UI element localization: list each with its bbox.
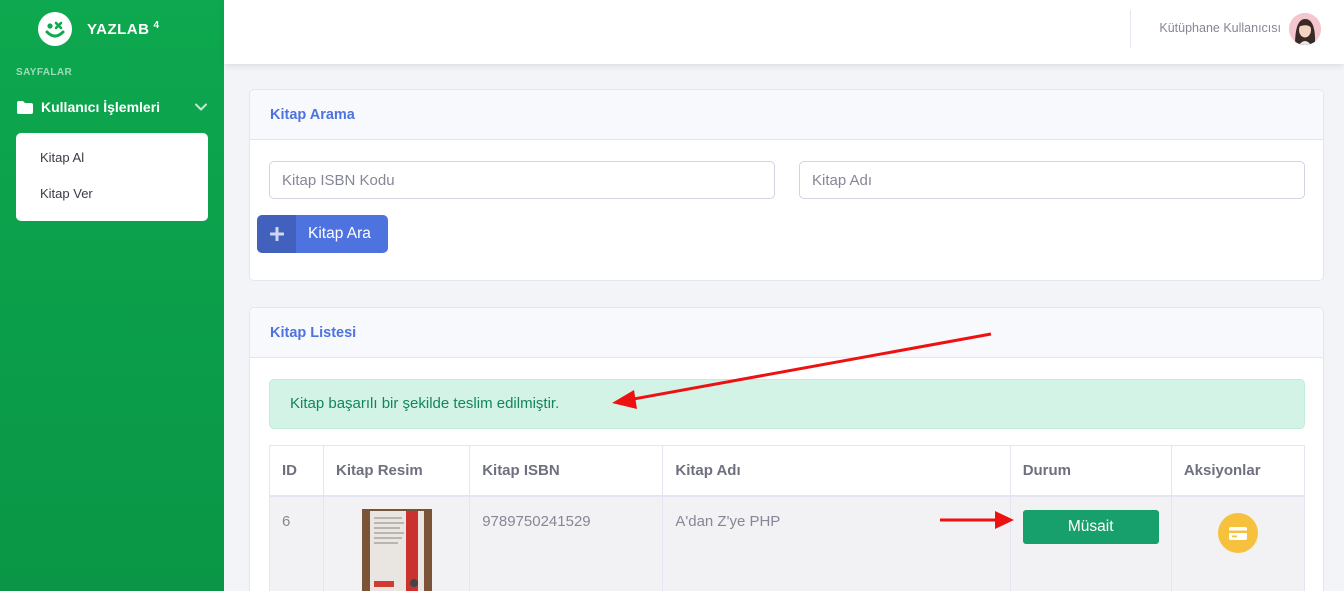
submenu: Kitap Al Kitap Ver — [16, 133, 208, 221]
folder-icon — [17, 100, 33, 114]
table-header-row: ID Kitap Resim Kitap ISBN Kitap Adı Duru… — [268, 445, 1306, 497]
brand[interactable]: YAZLAB 4 — [0, 0, 224, 58]
smiley-logo-icon — [38, 12, 72, 46]
brand-version: 4 — [153, 20, 160, 31]
cell-actions — [1170, 495, 1306, 591]
topbar: Kütüphane Kullanıcısı — [224, 0, 1344, 64]
search-book-button-label: Kitap Ara — [308, 225, 371, 242]
nav-kullanici-islemleri[interactable]: Kullanıcı İşlemleri — [0, 86, 224, 128]
col-name: Kitap Adı — [662, 445, 1011, 497]
search-card: Kitap Arama Kitap Ara — [249, 89, 1324, 281]
table-row: 6 9789750241529 A'dan Z'ye PHP Müsait — [268, 495, 1306, 591]
book-list-card-title: Kitap Listesi — [250, 308, 1323, 358]
credit-card-icon — [1228, 526, 1247, 540]
isbn-input[interactable] — [269, 161, 775, 199]
col-actions: Aksiyonlar — [1170, 445, 1306, 497]
book-name-input[interactable] — [799, 161, 1305, 199]
submenu-item-kitap-ver[interactable]: Kitap Ver — [16, 176, 208, 212]
submenu-item-kitap-al[interactable]: Kitap Al — [16, 140, 208, 176]
avatar[interactable] — [1289, 13, 1321, 45]
col-id: ID — [268, 445, 325, 497]
col-image: Kitap Resim — [323, 445, 471, 497]
book-table: ID Kitap Resim Kitap ISBN Kitap Adı Duru… — [268, 445, 1306, 591]
book-cover-image — [362, 508, 433, 591]
success-alert: Kitap başarılı bir şekilde teslim edilmi… — [269, 379, 1305, 429]
nav-label: Kullanıcı İşlemleri — [41, 99, 161, 115]
chevron-down-icon — [194, 100, 208, 114]
cell-image — [323, 495, 471, 591]
sidebar-heading: SAYFALAR — [16, 67, 73, 78]
cell-status: Müsait — [1009, 495, 1172, 591]
cell-name: A'dan Z'ye PHP — [662, 495, 1011, 591]
cell-id: 6 — [268, 495, 325, 591]
search-card-title: Kitap Arama — [250, 90, 1323, 140]
book-list-card: Kitap Listesi Kitap başarılı bir şekilde… — [249, 307, 1324, 591]
user-name[interactable]: Kütüphane Kullanıcısı — [1159, 21, 1281, 35]
col-status: Durum — [1009, 445, 1172, 497]
brand-name: YAZLAB 4 — [87, 20, 160, 38]
col-isbn: Kitap ISBN — [469, 445, 664, 497]
action-button[interactable] — [1217, 512, 1258, 553]
sidebar: YAZLAB 4 SAYFALAR Kullanıcı İşlemleri Kit… — [0, 0, 224, 591]
plus-icon — [257, 215, 296, 253]
topbar-divider — [1130, 10, 1131, 48]
cell-isbn: 9789750241529 — [469, 495, 664, 591]
status-badge[interactable]: Müsait — [1022, 509, 1159, 544]
search-book-button[interactable]: Kitap Ara — [257, 215, 388, 253]
